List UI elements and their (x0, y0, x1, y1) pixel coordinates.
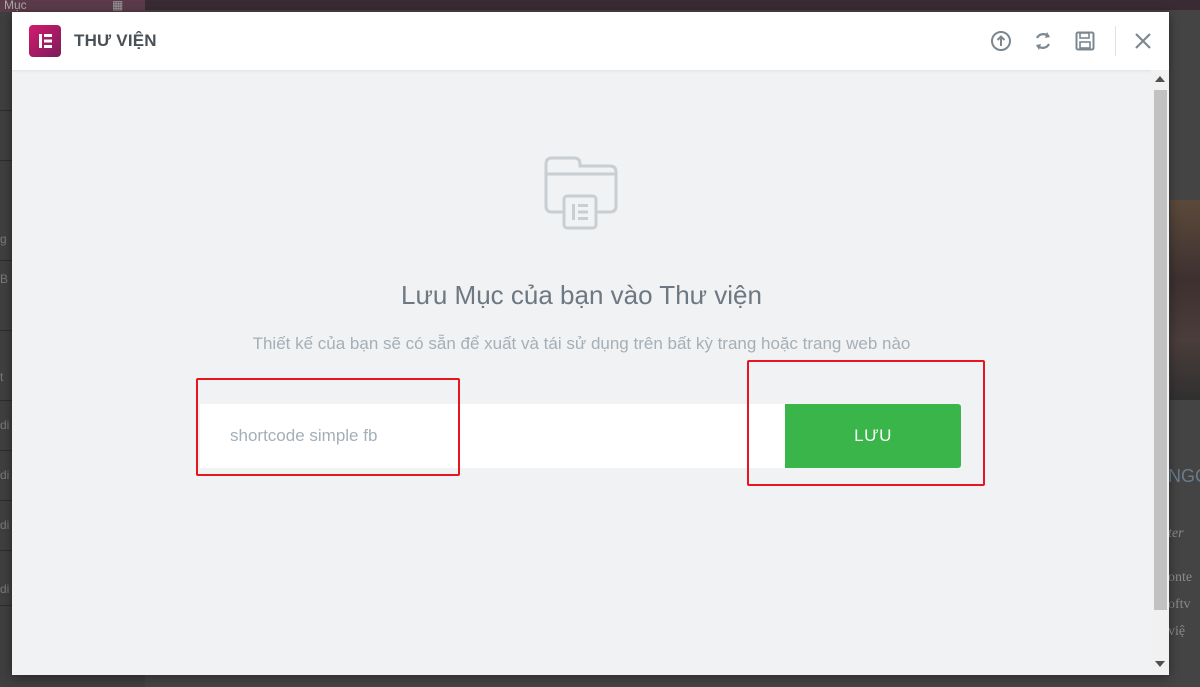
library-modal: THƯ VIỆN Lưu Mục của bạn vào Thư viện Th… (12, 12, 1169, 675)
annotation-highlight-save-button (747, 360, 985, 486)
page-preview-fragment: oftv (1168, 597, 1191, 612)
page-preview-topbar (145, 0, 1200, 10)
save-description: Thiết kế của bạn sẽ có sẵn để xuất và tá… (252, 334, 911, 353)
page-preview-fragment: NGC (1168, 466, 1200, 486)
save-heading: Lưu Mục của bạn vào Thư viện (401, 280, 762, 310)
annotation-highlight-input (196, 378, 460, 476)
upload-icon (991, 31, 1011, 51)
elementor-logo-icon (29, 25, 61, 57)
page-preview-fragment: việ (1168, 624, 1186, 639)
divider (0, 550, 12, 551)
scroll-up-arrow-icon[interactable] (1155, 76, 1165, 82)
page-preview-image (1170, 200, 1200, 400)
divider (0, 110, 12, 111)
close-button[interactable] (1129, 27, 1157, 55)
scrollbar-thumb[interactable] (1154, 90, 1167, 610)
sync-icon (1036, 32, 1050, 50)
scroll-down-arrow-icon[interactable] (1155, 661, 1165, 667)
page-preview-fragment: onte (1168, 570, 1193, 585)
editor-panel-fragment: g (0, 232, 7, 246)
divider (0, 160, 12, 161)
divider (0, 500, 12, 501)
editor-panel-fragment: t (0, 370, 4, 384)
modal-scrollbar[interactable] (1151, 70, 1169, 675)
header-divider (1115, 26, 1116, 56)
editor-panel-fragment: di (0, 582, 10, 596)
divider (0, 400, 12, 401)
divider (0, 330, 12, 331)
editor-panel-fragment: di (0, 418, 10, 432)
editor-panel-title-fragment: Mục (4, 0, 27, 12)
divider (0, 260, 12, 261)
divider (0, 605, 12, 606)
sync-button[interactable] (1029, 27, 1057, 55)
upload-button[interactable] (987, 27, 1015, 55)
close-icon (1135, 33, 1151, 49)
divider (0, 450, 12, 451)
editor-panel-fragment: B (0, 272, 9, 286)
editor-panel-fragment: di (0, 468, 10, 482)
page-preview-fragment: ter (1168, 526, 1184, 541)
modal-title: THƯ VIỆN (74, 31, 157, 50)
modal-header: THƯ VIỆN (12, 12, 1169, 70)
grid-icon: ▦ (112, 0, 124, 12)
save-icon (1075, 31, 1095, 51)
folder-template-icon (540, 150, 622, 235)
save-template-button[interactable] (1071, 27, 1099, 55)
editor-panel-fragment: di (0, 518, 10, 532)
